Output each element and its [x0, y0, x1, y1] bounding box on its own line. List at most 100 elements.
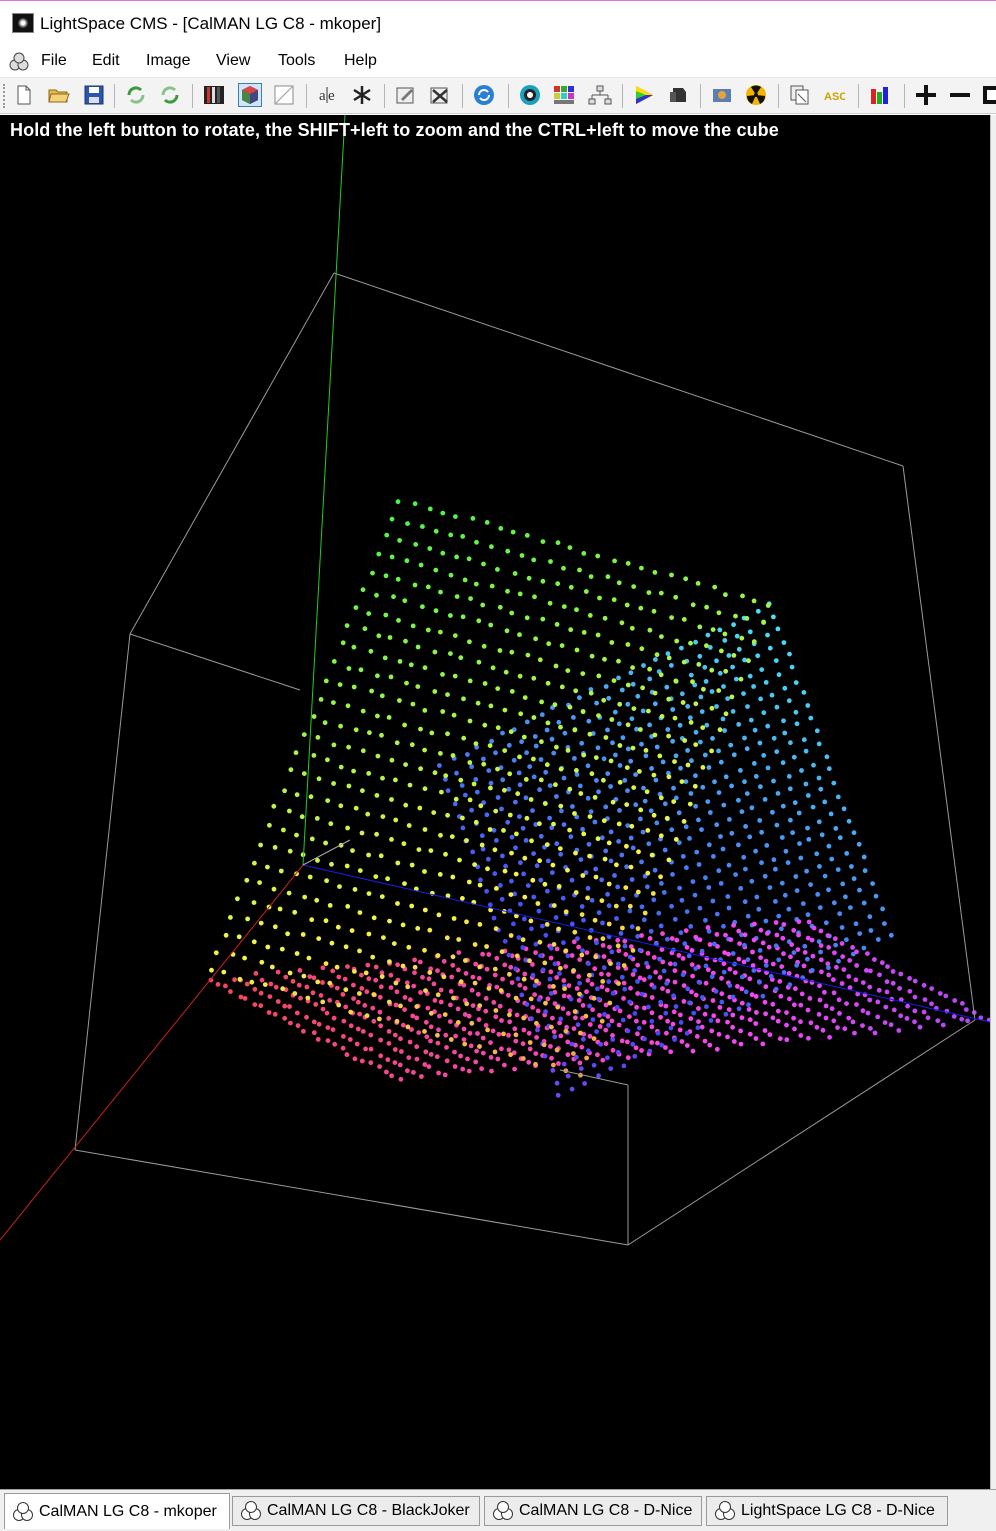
tab-calman-mkoper[interactable]: CalMAN LG C8 - mkoper: [4, 1493, 230, 1529]
copy-pages-icon[interactable]: [788, 83, 812, 107]
gamut-point: [672, 979, 678, 985]
gamut-point: [645, 870, 651, 876]
tab-calman-blackjoker[interactable]: CalMAN LG C8 - BlackJoker: [232, 1496, 480, 1526]
gamut-point: [767, 1032, 773, 1038]
rgb-bars-icon[interactable]: [868, 83, 892, 107]
gamut-point: [760, 940, 766, 946]
menu-view[interactable]: View: [212, 52, 254, 70]
gamut-point: [822, 799, 828, 805]
color-prism-icon[interactable]: [632, 83, 656, 107]
gamut-point: [532, 992, 537, 997]
gamut-point: [775, 626, 781, 632]
scrollbar[interactable]: [990, 115, 996, 1489]
toolbar-separator: [904, 84, 905, 108]
gamut-point: [395, 901, 400, 906]
gamut-point: [686, 953, 692, 959]
gamut-point: [404, 558, 410, 564]
gamut-point: [435, 968, 440, 974]
gamut-point: [784, 1022, 789, 1028]
gamut-point: [687, 715, 693, 721]
gamut-point: [323, 918, 329, 924]
gamut-point: [673, 753, 679, 759]
nuclear-icon[interactable]: [744, 83, 768, 107]
tab-lightspace-dnice[interactable]: LightSpace LG C8 - D-Nice: [706, 1496, 948, 1526]
gamut-point: [907, 976, 912, 981]
refresh-green-icon[interactable]: [124, 83, 148, 107]
gamut-point: [392, 1032, 398, 1038]
gamut-point: [747, 673, 753, 679]
menu-edit[interactable]: Edit: [88, 52, 124, 70]
cube-viewport[interactable]: Hold the left button to rotate, the SHIF…: [0, 115, 990, 1489]
gamut-point: [519, 739, 524, 745]
network-icon[interactable]: [588, 83, 612, 107]
new-doc-icon[interactable]: [12, 83, 36, 107]
gamut-point: [365, 811, 371, 817]
gamut-point: [853, 921, 859, 927]
gamut-point: [526, 575, 532, 581]
gamut-point: [440, 550, 446, 556]
gamut-point: [345, 703, 351, 709]
menu-image[interactable]: Image: [142, 52, 194, 70]
save-disk-icon[interactable]: [82, 83, 106, 107]
filmstrip-icon[interactable]: [202, 83, 226, 107]
gamut-point: [837, 911, 843, 917]
gamut-point: [628, 835, 634, 841]
open-folder-icon[interactable]: [47, 83, 71, 107]
gamut-point: [489, 1068, 494, 1074]
gamut-point: [801, 963, 807, 969]
gamut-point: [363, 1046, 368, 1052]
blank-curve-icon[interactable]: [272, 83, 296, 107]
gamut-point: [608, 858, 614, 864]
gamut-point: [614, 862, 619, 868]
menu-file[interactable]: File: [37, 52, 71, 70]
gamut-point: [647, 666, 652, 672]
gamut-point: [818, 949, 823, 955]
gamut-point: [620, 1017, 626, 1023]
gamut-point: [472, 942, 478, 947]
toolbar-grip[interactable]: [3, 84, 9, 108]
gamut-point: [514, 953, 520, 959]
gamut-point: [563, 909, 569, 915]
gamut-point: [282, 1003, 288, 1009]
asc-icon[interactable]: ASC: [822, 83, 846, 107]
minus-icon[interactable]: [948, 83, 972, 107]
gamut-cube-scene[interactable]: [0, 115, 990, 1489]
gamut-point: [551, 1062, 556, 1068]
gamut-point: [415, 926, 421, 931]
gamut-point: [301, 771, 307, 776]
tools-icon[interactable]: [710, 83, 734, 107]
gamut-point: [557, 971, 562, 976]
sync-globe-icon[interactable]: [472, 83, 496, 107]
gamut-point: [472, 980, 478, 986]
color-grid-icon[interactable]: [552, 83, 576, 107]
gamut-point: [751, 598, 757, 604]
tab-calman-dnice[interactable]: CalMAN LG C8 - D-Nice: [484, 1496, 702, 1526]
gamut-point: [396, 618, 401, 623]
menu-tools[interactable]: Tools: [274, 52, 319, 70]
gamut-point: [323, 678, 329, 684]
cross-pad-icon[interactable]: [428, 83, 452, 107]
gamut-point: [688, 1016, 694, 1021]
gamut-point: [634, 1004, 639, 1010]
text-tool-icon[interactable]: ae: [316, 83, 340, 107]
gamut-point: [856, 841, 862, 847]
gamut-point: [443, 1032, 449, 1038]
color-cube-icon[interactable]: [238, 83, 262, 107]
gamut-point: [730, 951, 736, 956]
target-circle-icon[interactable]: [518, 83, 542, 107]
gamut-point: [565, 748, 571, 753]
refresh-reverse-icon[interactable]: [158, 83, 182, 107]
menu-help[interactable]: Help: [340, 52, 381, 70]
gamut-point: [709, 689, 715, 694]
gamut-point: [781, 951, 786, 957]
edit-pad-icon[interactable]: [394, 83, 418, 107]
gamut-point: [712, 779, 717, 785]
snowflake-icon[interactable]: [350, 83, 374, 107]
gamut-point: [552, 702, 558, 708]
expand-icon[interactable]: [980, 83, 996, 107]
gamut-point: [556, 1061, 561, 1066]
plus-icon[interactable]: [914, 83, 938, 107]
gamut-point: [688, 640, 693, 646]
document-icon[interactable]: [8, 52, 30, 72]
probe-icon[interactable]: [666, 83, 690, 107]
